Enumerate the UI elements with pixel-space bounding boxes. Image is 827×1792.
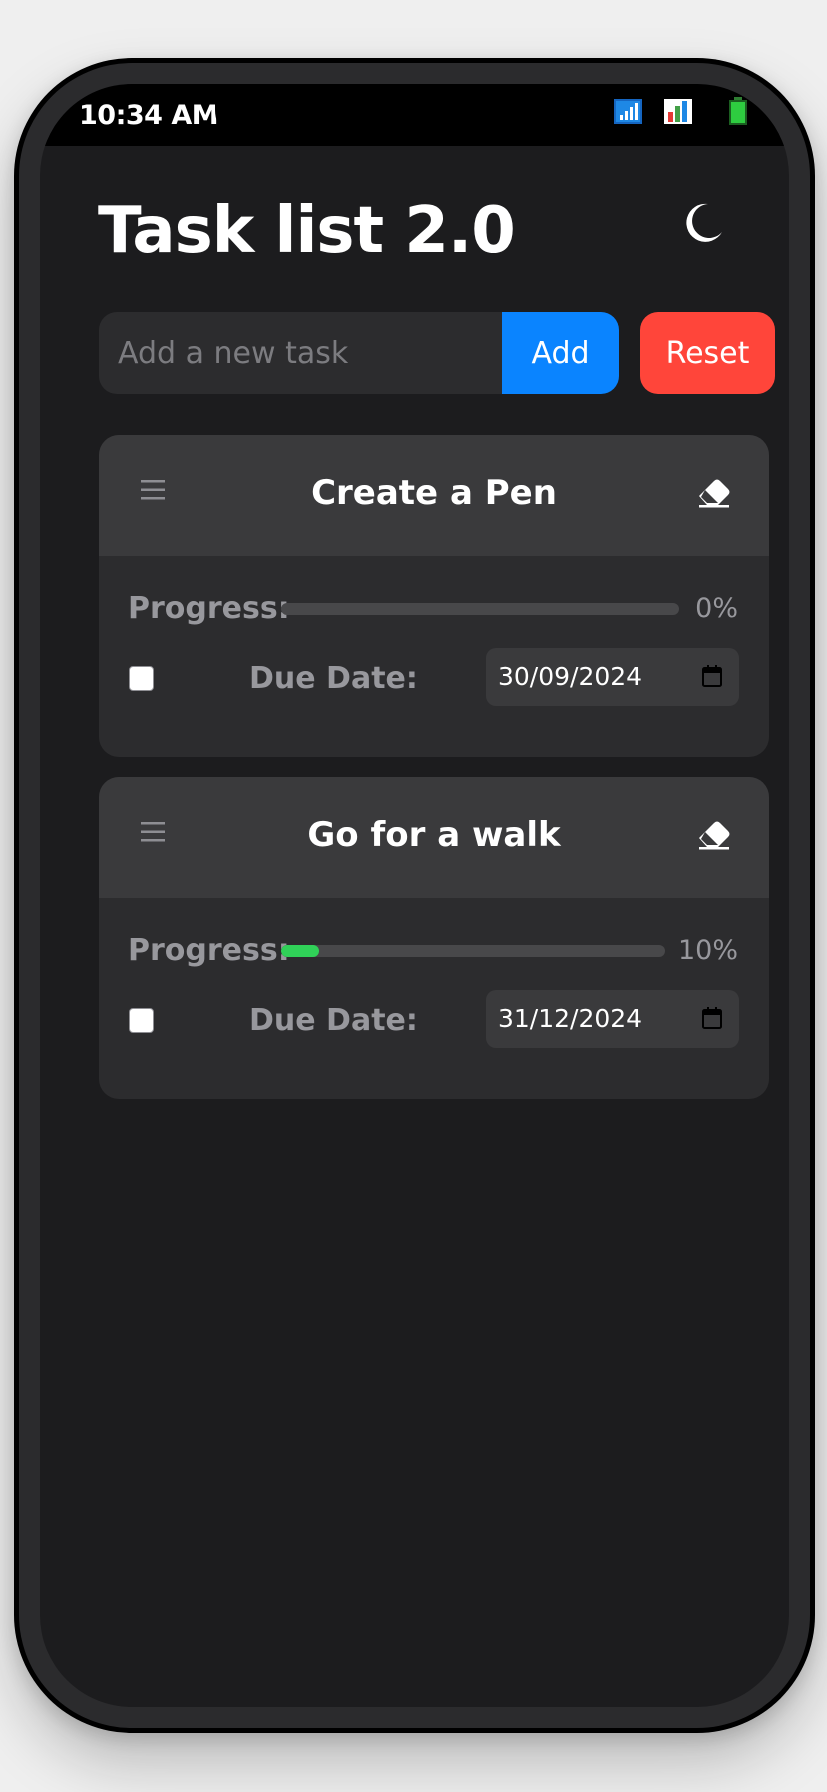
due-date-label: Due Date: (249, 661, 418, 696)
theme-toggle-button[interactable] (678, 198, 728, 248)
task-complete-checkbox[interactable] (129, 666, 154, 691)
moon-icon (686, 203, 722, 242)
due-date-input[interactable]: 30/09/2024 (486, 648, 739, 706)
new-task-input[interactable] (99, 312, 502, 394)
task-name: Create a Pen (311, 473, 557, 513)
task-card: Go for a walk Progress: 10% Due Date: 31… (99, 777, 769, 1099)
status-time: 10:34 AM (79, 100, 219, 131)
signal-icon (664, 99, 692, 124)
progress-bar (281, 945, 665, 957)
due-date-label: Due Date: (249, 1003, 418, 1038)
task-card-header: Create a Pen (99, 435, 769, 556)
delete-task-button[interactable] (696, 819, 732, 851)
status-bar: 10:34 AM (40, 84, 789, 146)
task-card: Create a Pen Progress: 0% Due Date: 30/0… (99, 435, 769, 757)
eraser-icon (699, 821, 730, 850)
due-date-value: 30/09/2024 (498, 662, 643, 691)
progress-label: Progress: (128, 591, 290, 626)
phone-mockup: 10:34 AM Task list 2.0 Add a new task Ad… (14, 58, 815, 1733)
page-title: Task list 2.0 (98, 194, 516, 268)
progress-label: Progress: (128, 933, 290, 968)
app-screen: 10:34 AM Task list 2.0 Add a new task Ad… (40, 84, 789, 1707)
reset-button[interactable]: Reset (640, 312, 775, 394)
phone-notch (215, 84, 615, 146)
eraser-icon (699, 479, 730, 508)
due-date-value: 31/12/2024 (498, 1004, 643, 1033)
due-date-input[interactable]: 31/12/2024 (486, 990, 739, 1048)
task-complete-checkbox[interactable] (129, 1008, 154, 1033)
calendar-icon[interactable] (701, 1006, 723, 1030)
progress-percent: 10% (677, 935, 738, 966)
delete-task-button[interactable] (696, 477, 732, 509)
progress-bar (281, 603, 679, 615)
add-task-button[interactable]: Add (502, 312, 619, 394)
progress-fill (281, 945, 320, 957)
calendar-icon[interactable] (701, 664, 723, 688)
task-card-header: Go for a walk (99, 777, 769, 898)
phone-frame: 10:34 AM Task list 2.0 Add a new task Ad… (19, 63, 810, 1728)
task-name: Go for a walk (307, 815, 561, 855)
network-icon (614, 99, 642, 124)
progress-percent: 0% (695, 593, 738, 624)
battery-icon (729, 97, 747, 125)
